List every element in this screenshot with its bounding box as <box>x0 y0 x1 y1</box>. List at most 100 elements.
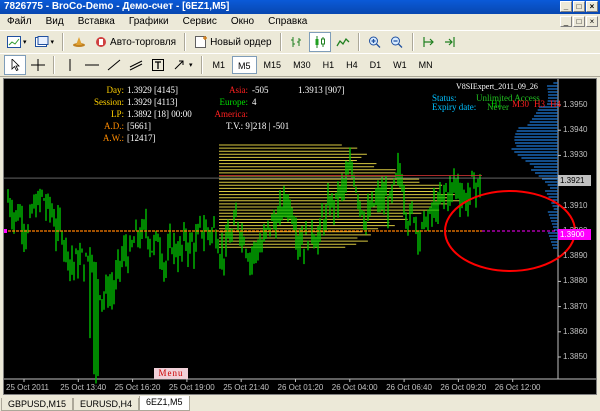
time-tick-label: 26 Oct 06:40 <box>386 383 432 392</box>
europe-label: Europe: <box>219 97 249 107</box>
timeframe-mn[interactable]: MN <box>414 56 438 74</box>
menu-insert[interactable]: Вставка <box>71 14 122 30</box>
autoscroll-button[interactable] <box>419 32 439 52</box>
title-bar: 7826775 - BroCo-Demo - Демо-счет - [6EZ1… <box>0 0 600 14</box>
timeframe-m5[interactable]: M5 <box>232 56 257 74</box>
maximize-button[interactable]: □ <box>573 1 585 12</box>
toolbar-separator <box>279 33 282 51</box>
price-tick-label: 1.3880 <box>563 276 588 286</box>
profiles-icon <box>34 36 49 47</box>
new-chart-icon <box>7 36 21 48</box>
autoscroll-icon <box>422 37 434 47</box>
drawing-toolbar: ▾ M1 M5 M15 M30 H1 H4 D1 W1 MN <box>0 53 600 77</box>
vertical-line-icon <box>69 59 71 71</box>
asia-label: Asia: <box>229 85 248 95</box>
aw-value: [12417] <box>127 133 156 143</box>
price-chart[interactable]: Day: 1.3929 [4145] Session: 1.3929 [4113… <box>3 78 597 395</box>
new-order-label: Новый ордер <box>210 36 272 48</box>
price-tick-label: 1.3860 <box>563 326 588 336</box>
time-tick-label: 26 Oct 09:20 <box>440 383 487 392</box>
timeframe-m30[interactable]: M30 <box>288 56 316 74</box>
candle-chart-button[interactable] <box>308 32 331 52</box>
day-value: 1.3929 [4145] <box>127 85 178 95</box>
chart-shift-button[interactable] <box>441 32 461 52</box>
session-label: Session: <box>93 97 124 107</box>
tf-mark-m30: M30 <box>512 99 530 109</box>
menu-window[interactable]: Окно <box>224 14 261 30</box>
line-chart-button[interactable] <box>333 32 353 52</box>
time-tick-label: 26 Oct 04:00 <box>331 383 378 392</box>
trendline-icon <box>107 59 121 71</box>
arrows-icon <box>174 60 184 70</box>
vertical-line-button[interactable] <box>60 55 80 75</box>
autotrade-button[interactable]: Авто-торговля <box>91 32 179 52</box>
cursor-arrow-icon <box>11 59 20 71</box>
experts-button[interactable] <box>69 32 89 52</box>
asia-price: 1.3913 [907] <box>298 85 345 95</box>
new-chart-button[interactable]: ▾ <box>4 32 30 52</box>
autotrade-icon <box>96 37 107 47</box>
terminal-window: 7826775 - BroCo-Demo - Демо-счет - [6EZ1… <box>0 0 600 411</box>
new-order-icon <box>195 36 208 48</box>
standard-toolbar: ▾ ▾ Авто-торговля Новый ордер <box>0 30 600 54</box>
child-close-button[interactable]: × <box>586 16 598 27</box>
zoom-in-button[interactable] <box>365 32 385 52</box>
toolbar-separator <box>357 33 360 51</box>
expert-hat-icon <box>73 37 86 47</box>
lp-label: LP: <box>110 109 124 119</box>
text-tool-button[interactable] <box>148 55 168 75</box>
text-tool-icon <box>152 59 164 71</box>
window-title: 7826775 - BroCo-Demo - Демо-счет - [6EZ1… <box>4 1 230 12</box>
zoom-out-button[interactable] <box>387 32 407 52</box>
price-tick-label: 1.3890 <box>563 251 588 261</box>
price-tick-label: 1.3910 <box>563 200 588 210</box>
marked-price-box: 1.3900 <box>558 229 591 240</box>
menu-charts[interactable]: Графики <box>122 14 176 30</box>
new-order-button[interactable]: Новый ордер <box>191 32 275 52</box>
toolbar-separator <box>53 56 55 74</box>
chart-tabs: GBPUSD,M15 EURUSD,H4 6EZ1,M5 <box>0 396 600 411</box>
tf-mark-h3: H3 <box>534 99 545 109</box>
child-restore-button[interactable]: □ <box>573 16 585 27</box>
timeframe-m1[interactable]: M1 <box>208 56 231 74</box>
arrows-button[interactable]: ▾ <box>170 55 196 75</box>
time-tick-label: 25 Oct 2011 <box>6 383 49 392</box>
cursor-button[interactable] <box>4 55 26 75</box>
tf-mark-h1: H1 <box>491 99 502 109</box>
window-controls: _ □ × <box>560 1 598 12</box>
close-button[interactable]: × <box>586 1 598 12</box>
timeframe-h1[interactable]: H1 <box>318 56 340 74</box>
menu-view[interactable]: Вид <box>39 14 71 30</box>
line-chart-icon <box>336 37 350 47</box>
america-label: America: <box>214 109 248 119</box>
indicator-menu-button[interactable]: Menu <box>154 368 188 379</box>
minimize-button[interactable]: _ <box>560 1 572 12</box>
profiles-button[interactable]: ▾ <box>32 32 58 52</box>
child-minimize-button[interactable]: _ <box>560 16 572 27</box>
timeframe-d1[interactable]: D1 <box>365 56 387 74</box>
time-tick-label: 25 Oct 21:40 <box>223 383 269 392</box>
lp-value: 1.3892 [18] 00:00 <box>127 109 192 119</box>
timeframe-w1[interactable]: W1 <box>388 56 412 74</box>
tab-6ez1-m5[interactable]: 6EZ1,M5 <box>139 396 190 411</box>
tab-eurusd-h4[interactable]: EURUSD,H4 <box>73 398 140 411</box>
timeframe-m15[interactable]: M15 <box>259 56 287 74</box>
child-window-controls: _ □ × <box>560 16 598 27</box>
tab-gbpusd-m15[interactable]: GBPUSD,M15 <box>1 398 74 411</box>
autotrade-label: Авто-торговля <box>110 36 177 48</box>
toolbar-separator <box>200 56 203 74</box>
menu-help[interactable]: Справка <box>261 14 314 30</box>
horizontal-line-button[interactable] <box>82 55 102 75</box>
candlestick-icon <box>315 36 325 48</box>
trendline-button[interactable] <box>104 55 124 75</box>
menu-file[interactable]: Файл <box>0 14 39 30</box>
day-label: Day: <box>106 85 125 95</box>
timeframe-h4[interactable]: H4 <box>341 56 363 74</box>
menu-bar: Файл Вид Вставка Графики Сервис Окно Спр… <box>0 14 600 30</box>
price-tick-label: 1.3870 <box>563 301 588 311</box>
menu-tools[interactable]: Сервис <box>176 14 224 30</box>
zoom-out-icon <box>390 36 403 48</box>
crosshair-button[interactable] <box>28 55 48 75</box>
channel-button[interactable] <box>126 55 146 75</box>
bar-chart-button[interactable] <box>287 32 307 52</box>
